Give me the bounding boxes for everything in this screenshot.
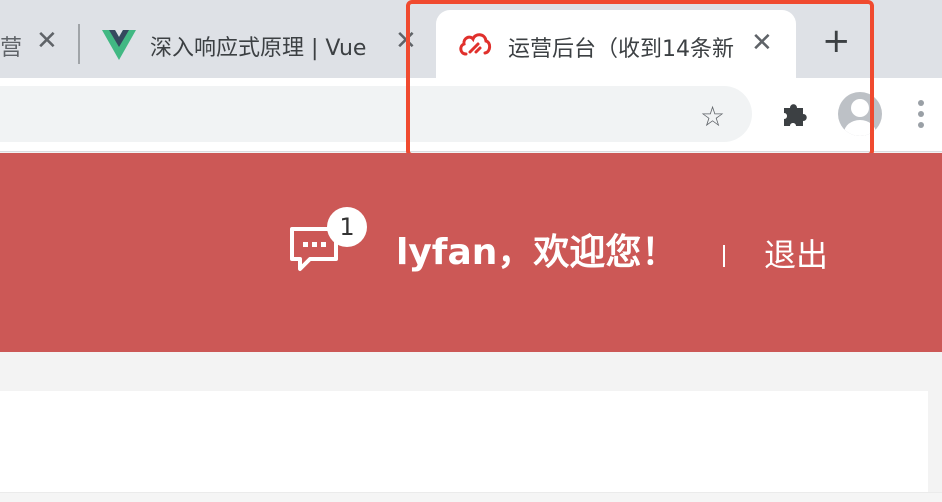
browser-menu-icon[interactable] bbox=[918, 100, 926, 133]
tab-separator bbox=[78, 24, 80, 64]
header-divider bbox=[723, 245, 725, 267]
address-bar[interactable]: ☆ bbox=[0, 86, 752, 142]
profile-avatar-icon[interactable] bbox=[838, 92, 882, 136]
cloud-logo-icon bbox=[458, 30, 492, 62]
browser-tab-1[interactable]: 营 ✕ bbox=[0, 12, 78, 78]
app-header: 1 lyfan，欢迎您！ 退出 bbox=[0, 153, 942, 352]
message-count-badge: 1 bbox=[327, 207, 367, 247]
browser-tab-active[interactable]: 运营后台（收到14条新 ✕ bbox=[436, 10, 796, 78]
avatar-body bbox=[844, 120, 876, 136]
menu-dot bbox=[918, 122, 924, 128]
tab-title: 运营后台（收到14条新 bbox=[508, 37, 734, 62]
tab-close-icon[interactable]: ✕ bbox=[751, 30, 773, 56]
vue-logo-icon bbox=[102, 30, 136, 64]
tab-close-icon[interactable]: ✕ bbox=[36, 28, 58, 54]
tab-close-icon[interactable]: ✕ bbox=[395, 28, 417, 54]
welcome-text: lyfan，欢迎您！ bbox=[396, 232, 678, 273]
menu-dot bbox=[918, 100, 924, 106]
tab-title: 深入响应式原理 | Vue bbox=[150, 36, 367, 61]
content-panel-footer bbox=[0, 492, 942, 502]
bookmark-star-icon[interactable]: ☆ bbox=[700, 103, 725, 131]
tab-title: 营 bbox=[0, 36, 22, 61]
content-panel bbox=[0, 391, 928, 492]
new-tab-button[interactable]: + bbox=[822, 24, 851, 58]
browser-toolbar: ☆ bbox=[0, 78, 942, 152]
browser-tab-2[interactable]: 深入响应式原理 | Vue ✕ bbox=[90, 12, 420, 78]
extensions-puzzle-icon[interactable] bbox=[780, 98, 810, 132]
tab-strip: 营 ✕ 深入响应式原理 | Vue ✕ 运营后台（收到14条新 ✕ + bbox=[0, 0, 942, 78]
avatar-head bbox=[851, 99, 869, 117]
main-content bbox=[0, 352, 942, 502]
logout-link[interactable]: 退出 bbox=[764, 233, 828, 277]
menu-dot bbox=[918, 111, 924, 117]
